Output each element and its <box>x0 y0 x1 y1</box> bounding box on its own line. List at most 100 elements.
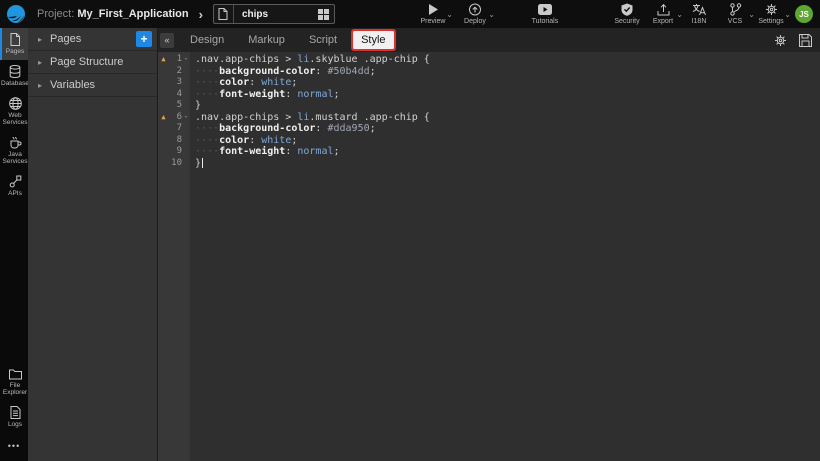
line-number: 3 <box>169 77 182 89</box>
breadcrumb-chevron-icon: › <box>199 7 203 22</box>
line-number: 10 <box>169 158 182 170</box>
globe-icon <box>9 97 22 110</box>
project-label: Project: <box>37 8 74 20</box>
gutter: ▲1-2345▲6-78910 <box>158 52 190 461</box>
line-number: 1 <box>169 54 182 66</box>
code-line[interactable]: ····font-weight: normal; <box>195 146 820 158</box>
panel-section-variables[interactable]: ▸ Variables <box>28 74 157 97</box>
gear-icon <box>774 34 787 47</box>
sidebar-item-file-explorer[interactable]: File Explorer <box>0 364 28 401</box>
editor-area: « Design Markup Script Style ▲1-2345▲6-7… <box>158 28 820 461</box>
line-number: 6 <box>169 112 182 124</box>
gutter-row: ▲ 6- <box>158 112 190 124</box>
panel-section-page-structure[interactable]: ▸ Page Structure <box>28 51 157 74</box>
code-editor[interactable]: ▲1-2345▲6-78910 .nav.app-chips > li.skyb… <box>158 52 820 461</box>
code-line[interactable]: ····color: white; <box>195 135 820 147</box>
translate-icon <box>692 3 706 16</box>
gutter-row: 8 <box>158 135 190 147</box>
play-icon <box>427 3 439 16</box>
grid-icon[interactable] <box>314 9 334 20</box>
shield-icon <box>621 3 633 16</box>
save-floppy-icon <box>799 34 812 47</box>
open-file-name: chips <box>234 9 314 20</box>
line-number: 8 <box>169 135 182 147</box>
i18n-button[interactable]: I18N <box>681 3 717 25</box>
main-area: Pages Databases Web Services Java Servic… <box>0 28 820 461</box>
gutter-row: 5 <box>158 100 190 112</box>
project-breadcrumb: Project: My_First_Application <box>37 8 189 20</box>
code-line[interactable]: ····color: white; <box>195 77 820 89</box>
gutter-row: ▲ 1- <box>158 54 190 66</box>
tab-style[interactable]: Style <box>353 31 393 49</box>
code-line[interactable]: } <box>195 100 820 112</box>
sidebar-item-web-services[interactable]: Web Services <box>0 92 28 131</box>
chevron-down-icon[interactable]: ⌄ <box>488 10 495 19</box>
sidebar-more-button[interactable]: ••• <box>0 433 28 461</box>
collapse-panel-button[interactable]: « <box>160 33 174 48</box>
export-icon <box>657 3 670 16</box>
pages-panel: ▸ Pages + ▸ Page Structure ▸ Variables <box>28 28 158 461</box>
security-button[interactable]: Security <box>609 3 645 25</box>
tab-markup[interactable]: Markup <box>240 31 293 49</box>
database-icon <box>9 65 21 78</box>
gutter-row: 9 <box>158 146 190 158</box>
deploy-button[interactable]: ⌄ Deploy <box>457 3 493 25</box>
tab-script[interactable]: Script <box>301 31 345 49</box>
text-cursor <box>202 158 203 168</box>
log-file-icon <box>10 406 21 419</box>
gutter-row: 10 <box>158 158 190 170</box>
code-line[interactable]: ····font-weight: normal; <box>195 89 820 101</box>
pages-icon <box>9 33 21 46</box>
editor-tabbar: « Design Markup Script Style <box>158 28 820 52</box>
api-nodes-icon <box>9 175 22 188</box>
save-button[interactable] <box>799 34 812 47</box>
gutter-row: 7 <box>158 123 190 135</box>
warning-icon: ▲ <box>161 56 165 63</box>
folder-icon <box>9 369 22 380</box>
sidebar-item-java-services[interactable]: Java Services <box>0 131 28 170</box>
panel-section-pages[interactable]: ▸ Pages + <box>28 28 157 51</box>
chevron-down-icon[interactable]: ⌄ <box>784 10 791 19</box>
chevron-down-icon[interactable]: ⌄ <box>446 10 453 19</box>
caret-right-icon: ▸ <box>38 81 42 90</box>
gutter-row: 2 <box>158 66 190 78</box>
sidebar-item-pages[interactable]: Pages <box>0 28 28 60</box>
open-file-tab[interactable]: chips <box>213 4 335 24</box>
gutter-row: 3 <box>158 77 190 89</box>
warning-icon: ▲ <box>161 114 165 121</box>
gutter-row: 4 <box>158 89 190 101</box>
fold-marker[interactable]: - <box>182 54 190 66</box>
code-lines[interactable]: .nav.app-chips > li.skyblue .app-chip {·… <box>190 52 820 461</box>
add-page-button[interactable]: + <box>136 31 152 47</box>
page-file-icon <box>214 5 234 23</box>
topbar: Project: My_First_Application › chips ⌄ … <box>0 0 820 28</box>
vcs-button[interactable]: ⌄ VCS <box>717 3 753 25</box>
settings-button[interactable]: ⌄ Settings <box>753 3 789 25</box>
editor-settings-button[interactable] <box>774 34 787 47</box>
left-icon-sidebar: Pages Databases Web Services Java Servic… <box>0 28 28 461</box>
tab-design[interactable]: Design <box>182 31 232 49</box>
caret-right-icon: ▸ <box>38 35 42 44</box>
code-line[interactable]: .nav.app-chips > li.mustard .app-chip { <box>195 112 820 124</box>
sidebar-item-logs[interactable]: Logs <box>0 401 28 433</box>
tutorials-icon <box>538 3 552 16</box>
code-line[interactable]: ····background-color: #50b4dd; <box>195 66 820 78</box>
deploy-icon <box>468 3 482 16</box>
coffee-cup-icon <box>9 136 22 149</box>
line-number: 2 <box>169 66 182 78</box>
line-number: 4 <box>169 89 182 101</box>
tutorials-button[interactable]: Tutorials <box>527 3 563 25</box>
sidebar-item-apis[interactable]: APIs <box>0 170 28 202</box>
sidebar-item-databases[interactable]: Databases <box>0 60 28 92</box>
line-number: 5 <box>169 100 182 112</box>
export-button[interactable]: ⌄ Export <box>645 3 681 25</box>
line-number: 7 <box>169 123 182 135</box>
line-number: 9 <box>169 146 182 158</box>
code-line[interactable]: } <box>195 158 820 170</box>
preview-button[interactable]: ⌄ Preview <box>415 3 451 25</box>
branch-icon <box>729 3 742 16</box>
code-line[interactable]: .nav.app-chips > li.skyblue .app-chip { <box>195 54 820 66</box>
fold-marker[interactable]: - <box>182 112 190 124</box>
code-line[interactable]: ····background-color: #dda950; <box>195 123 820 135</box>
user-avatar[interactable]: JS <box>795 5 813 23</box>
